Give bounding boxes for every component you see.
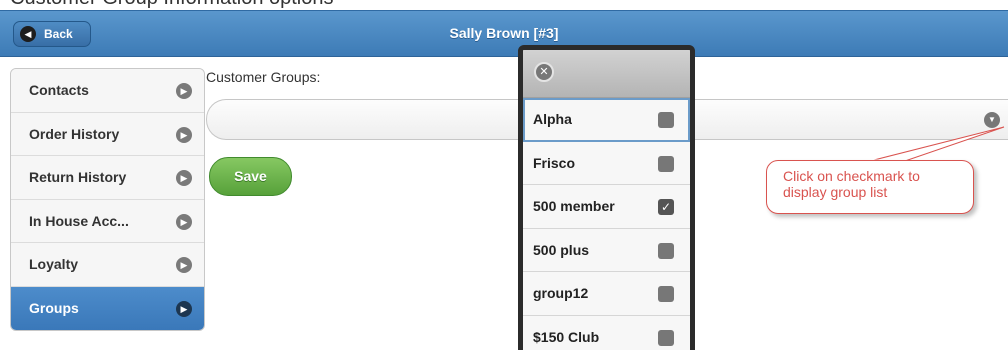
group-option-alpha[interactable]: Alpha [523, 98, 690, 142]
sidebar-item-label: Groups [29, 299, 79, 316]
checkbox-icon[interactable] [658, 286, 674, 302]
group-option-500-plus[interactable]: 500 plus [523, 228, 690, 272]
group-option-150-club[interactable]: $150 Club [523, 315, 690, 350]
sidebar-item-label: Loyalty [29, 256, 79, 272]
callout-text-line-2: display group list [783, 184, 888, 200]
sidebar-item-label: Return History [29, 169, 127, 185]
group-option-label: Frisco [533, 154, 576, 171]
group-option-label: Alpha [533, 111, 572, 127]
checkbox-icon[interactable] [658, 155, 674, 172]
page-title: Sally Brown [#3] [449, 25, 559, 41]
group-option-label: 500 plus [533, 241, 590, 258]
sidebar-item-contacts[interactable]: Contacts ▶ [11, 69, 204, 113]
sidebar-item-order-history[interactable]: Order History ▶ [11, 112, 204, 156]
sidebar-nav: Contacts ▶ Order History ▶ Return Histor… [10, 68, 205, 331]
popup-header: ✕ [523, 50, 690, 98]
checkbox-icon[interactable] [658, 112, 674, 128]
callout-text-line-1: Click on checkmark to [783, 168, 920, 184]
group-option-label: $150 Club [533, 328, 600, 345]
sidebar-item-groups[interactable]: Groups ▶ [11, 286, 204, 330]
close-icon[interactable]: ✕ [534, 62, 554, 82]
customer-groups-label: Customer Groups: [206, 69, 321, 85]
chevron-down-icon[interactable]: ▼ [984, 112, 1000, 128]
group-list-popup: ✕ Alpha Frisco 500 member ✓ 500 plus gro… [518, 45, 695, 350]
save-button[interactable]: Save [209, 157, 292, 196]
sidebar-item-return-history[interactable]: Return History ▶ [11, 156, 204, 200]
sidebar-item-label: Contacts [29, 82, 89, 98]
group-option-frisco[interactable]: Frisco [523, 141, 690, 185]
group-option-group12[interactable]: group12 [523, 272, 690, 316]
document-heading: Customer Group Information options [10, 0, 334, 9]
chevron-right-icon: ▶ [176, 83, 192, 99]
chevron-right-icon: ▶ [176, 213, 192, 230]
sidebar-item-label: Order History [29, 125, 120, 142]
chevron-right-icon: ▶ [176, 170, 192, 186]
group-option-label: 500 member [533, 198, 615, 214]
checkbox-checked-icon[interactable]: ✓ [658, 199, 674, 215]
sidebar-item-loyalty[interactable]: Loyalty ▶ [11, 243, 204, 287]
chevron-right-icon: ▶ [176, 126, 192, 143]
group-option-label: group12 [533, 285, 589, 301]
sidebar-item-in-house-account[interactable]: In House Acc... ▶ [11, 199, 204, 243]
instruction-callout: Click on checkmark to display group list [766, 160, 974, 214]
group-option-500-member[interactable]: 500 member ✓ [523, 185, 690, 229]
checkbox-icon[interactable] [658, 329, 674, 346]
sidebar-item-label: In House Acc... [29, 212, 129, 229]
chevron-right-icon: ▶ [176, 257, 192, 273]
chevron-right-icon: ▶ [176, 300, 192, 317]
checkbox-icon[interactable] [658, 242, 674, 259]
top-header-bar: ◀ Back Sally Brown [#3] [0, 10, 1008, 57]
